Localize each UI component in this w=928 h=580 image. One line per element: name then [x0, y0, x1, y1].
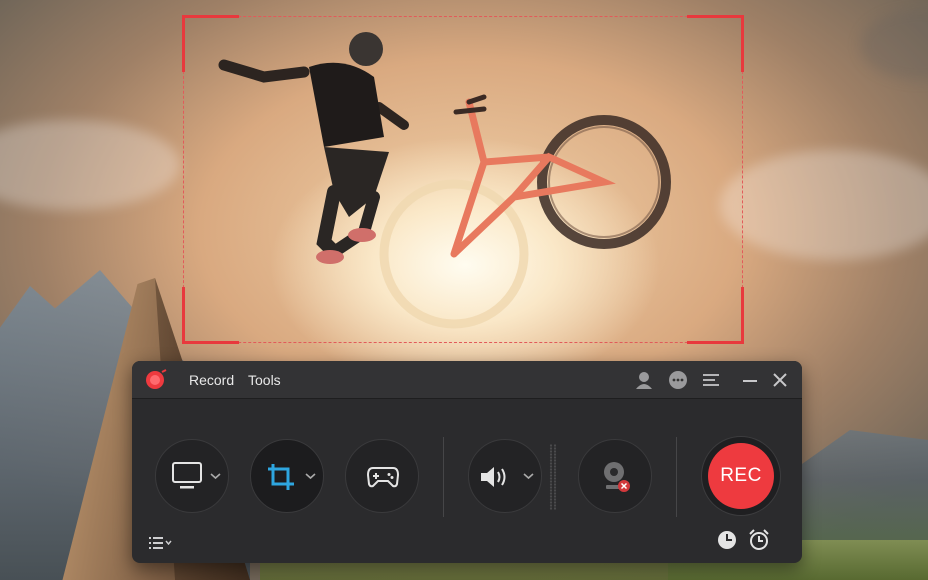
recorder-logo-icon [146, 369, 167, 389]
divider [676, 437, 677, 517]
rec-button[interactable]: REC [708, 443, 774, 509]
bmx-rider-image [218, 32, 671, 329]
menu-record[interactable]: Record [189, 372, 234, 388]
desktop-background: Record Tools REC [0, 0, 928, 580]
chat-icon[interactable] [668, 370, 688, 390]
recorder-window: Record Tools REC [132, 361, 802, 563]
capture-corner-handle[interactable] [182, 15, 239, 72]
close-icon[interactable] [770, 370, 790, 390]
webcam-disabled-icon [604, 462, 630, 492]
audio-level-meter [549, 444, 557, 510]
menu-icon[interactable] [701, 370, 721, 390]
game-capture-button[interactable] [345, 439, 419, 513]
cloud [720, 150, 928, 260]
crop-icon [268, 464, 294, 490]
chevron-down-icon[interactable] [523, 472, 534, 480]
capture-corner-handle[interactable] [687, 287, 744, 344]
minimize-icon[interactable] [740, 370, 760, 390]
system-audio-button[interactable] [468, 439, 542, 513]
gamepad-icon [367, 467, 399, 488]
monitor-icon [172, 462, 202, 489]
clock-icon[interactable] [717, 530, 737, 550]
list-icon[interactable] [149, 536, 173, 550]
speaker-icon [481, 467, 506, 487]
webcam-button[interactable] [578, 439, 652, 513]
cloud [860, 10, 928, 80]
region-capture-button[interactable] [250, 439, 324, 513]
cloud [0, 120, 180, 210]
title-bar[interactable]: Record Tools [132, 361, 802, 399]
capture-corner-handle[interactable] [182, 287, 239, 344]
chevron-down-icon[interactable] [305, 472, 316, 480]
capture-corner-handle[interactable] [687, 15, 744, 72]
menu-tools[interactable]: Tools [248, 372, 281, 388]
divider [443, 437, 444, 517]
screen-capture-button[interactable] [155, 439, 229, 513]
alarm-icon[interactable] [748, 529, 770, 551]
account-icon[interactable] [634, 370, 654, 390]
chevron-down-icon[interactable] [210, 472, 221, 480]
capture-region[interactable] [182, 15, 744, 344]
